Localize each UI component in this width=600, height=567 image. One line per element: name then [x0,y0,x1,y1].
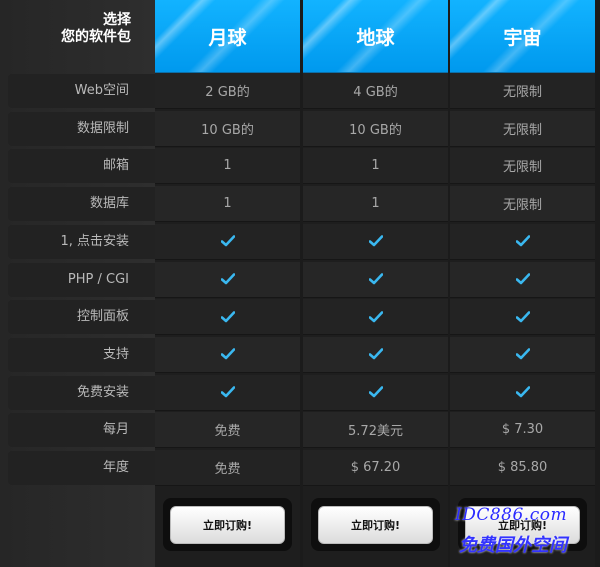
check-icon [303,336,448,373]
feature-label: 免费安装 [8,375,155,410]
plan-cell-value: 4 GB的 [303,73,448,109]
check-icon [450,261,595,298]
order-now-button[interactable]: 立即订购! [318,505,433,544]
check-icon [303,299,448,336]
feature-label: 控制面板 [8,300,155,335]
feature-label: 年度 [8,451,155,485]
check-icon [155,374,300,411]
plan-cell-value: 1 [303,186,448,223]
check-icon [450,223,595,260]
plan-cell-value: 免费 [155,450,300,486]
feature-label: 支持 [8,337,155,372]
plan-column: 宇宙 无限制 无限制 无限制 无限制 $ 7.30 $ 85.80 立即订购! [450,0,595,567]
plan-name: 月球 [155,0,300,73]
plan-column: 月球 2 GB的 10 GB的 1 1 免费 免费 立即订购! [155,0,300,567]
feature-label: 每月 [8,413,155,448]
plan-cell-value: 1 [155,186,300,223]
plan-cell-value: 5.72美元 [303,412,448,449]
feature-label: 数据库 [8,187,155,222]
plan-name: 宇宙 [450,0,595,73]
plan-cell-value: $ 67.20 [303,450,448,486]
check-icon [155,223,300,260]
order-now-button[interactable]: 立即订购! [170,505,285,544]
plan-cell-value: 无限制 [450,186,595,223]
plan-cell-value: $ 7.30 [450,412,595,449]
corner-title-line1: 选择 [103,12,131,28]
plan-name: 地球 [303,0,448,73]
plan-cell-value: $ 85.80 [450,450,595,486]
check-icon [303,261,448,298]
plan-cell-value: 10 GB的 [155,110,300,147]
check-icon [155,299,300,336]
feature-label: 1, 点击安装 [8,224,155,259]
check-icon [155,261,300,298]
plan-cell-value: 1 [303,148,448,185]
order-button-frame: 立即订购! [311,498,440,551]
check-icon [450,299,595,336]
check-icon [303,223,448,260]
plan-cell-value: 10 GB的 [303,110,448,147]
feature-label: 数据限制 [8,111,155,146]
check-icon [155,336,300,373]
plan-cell-value: 2 GB的 [155,73,300,109]
plan-column: 地球 4 GB的 10 GB的 1 1 5.72美元 $ 67.20 立即订购! [303,0,448,567]
plan-cell-value: 无限制 [450,73,595,109]
check-icon [450,336,595,373]
feature-label: Web空间 [8,74,155,108]
corner-title: 选择 您的软件包 [0,0,155,72]
order-button-frame: 立即订购! [163,498,292,551]
corner-title-line2: 您的软件包 [61,29,131,45]
feature-label: 邮箱 [8,149,155,184]
plan-cell-value: 无限制 [450,148,595,185]
check-icon [303,374,448,411]
watermark-line1: IDC886.com [455,505,568,525]
check-icon [450,374,595,411]
plan-cell-value: 免费 [155,412,300,449]
feature-label: PHP / CGI [8,262,155,297]
watermark: IDC886.com 免费国外空间 [455,505,600,565]
watermark-line2: 免费国外空间 [459,535,567,556]
plan-cell-value: 无限制 [450,110,595,147]
plan-cell-value: 1 [155,148,300,185]
